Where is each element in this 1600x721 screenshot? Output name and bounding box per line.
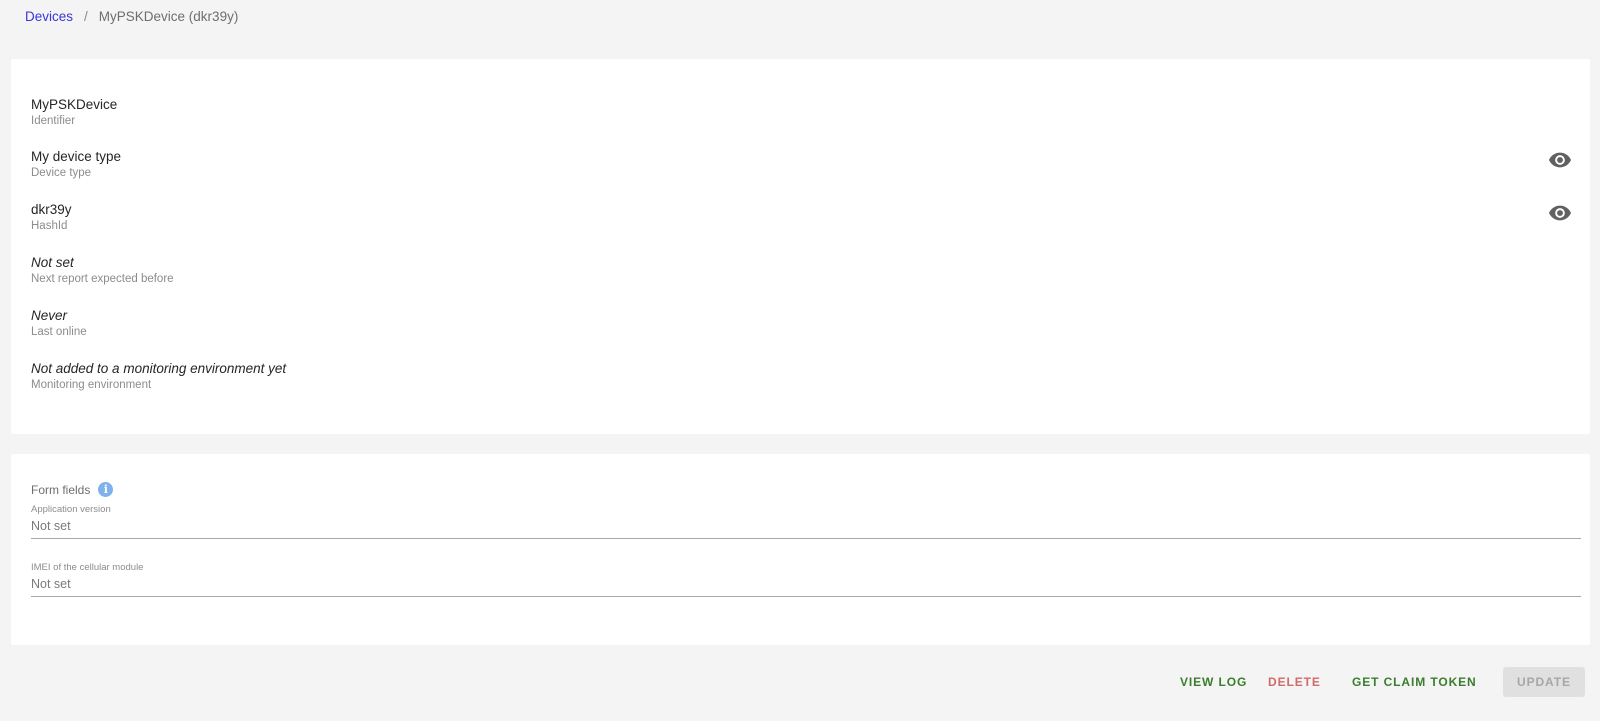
form-fields-heading: Form fields i: [31, 482, 114, 497]
hashid-label: HashId: [31, 220, 68, 232]
breadcrumb-devices-link[interactable]: Devices: [25, 9, 73, 24]
identifier-value: MyPSKDevice: [31, 97, 118, 112]
device-type-label: Device type: [31, 167, 92, 179]
next-report-value: Not set: [31, 255, 74, 270]
application-version-value[interactable]: Not set: [31, 516, 1581, 538]
device-type-value: My device type: [31, 149, 122, 164]
monitoring-environment-value: Not added to a monitoring environment ye…: [31, 361, 287, 376]
breadcrumb-separator: /: [84, 9, 88, 24]
hashid-item: dkr39y HashId: [31, 201, 1590, 245]
form-fields-card: Form fields i Application version Not se…: [11, 454, 1590, 645]
last-online-item: Never Last online: [31, 307, 1590, 351]
imei-field[interactable]: IMEI of the cellular module Not set: [31, 562, 1581, 597]
breadcrumb: Devices / MyPSKDevice (dkr39y): [25, 9, 238, 24]
breadcrumb-current: MyPSKDevice (dkr39y): [98, 9, 239, 24]
next-report-label: Next report expected before: [31, 273, 174, 285]
view-log-button[interactable]: VIEW LOG: [1180, 667, 1247, 697]
eye-icon[interactable]: [1549, 205, 1571, 221]
info-icon[interactable]: i: [98, 482, 114, 497]
hashid-value: dkr39y: [31, 202, 72, 217]
update-button[interactable]: UPDATE: [1503, 667, 1585, 697]
device-type-item: My device type Device type: [31, 148, 1590, 192]
application-version-label: Application version: [31, 504, 111, 515]
monitoring-environment-label: Monitoring environment: [31, 379, 152, 391]
delete-button[interactable]: DELETE: [1268, 667, 1321, 697]
imei-value[interactable]: Not set: [31, 574, 1581, 596]
device-info-card: MyPSKDevice Identifier My device type De…: [11, 59, 1590, 434]
last-online-value: Never: [31, 308, 68, 323]
imei-label: IMEI of the cellular module: [31, 562, 144, 573]
eye-icon[interactable]: [1549, 152, 1571, 168]
next-report-item: Not set Next report expected before: [31, 254, 1590, 298]
identifier-item: MyPSKDevice Identifier: [31, 96, 1590, 140]
form-fields-title: Form fields: [31, 482, 91, 497]
get-claim-token-button[interactable]: GET CLAIM TOKEN: [1352, 667, 1477, 697]
application-version-field[interactable]: Application version Not set: [31, 504, 1581, 539]
identifier-label: Identifier: [31, 115, 76, 127]
monitoring-environment-item: Not added to a monitoring environment ye…: [31, 360, 1590, 404]
last-online-label: Last online: [31, 326, 87, 338]
action-bar: VIEW LOG DELETE GET CLAIM TOKEN UPDATE: [1170, 667, 1590, 697]
